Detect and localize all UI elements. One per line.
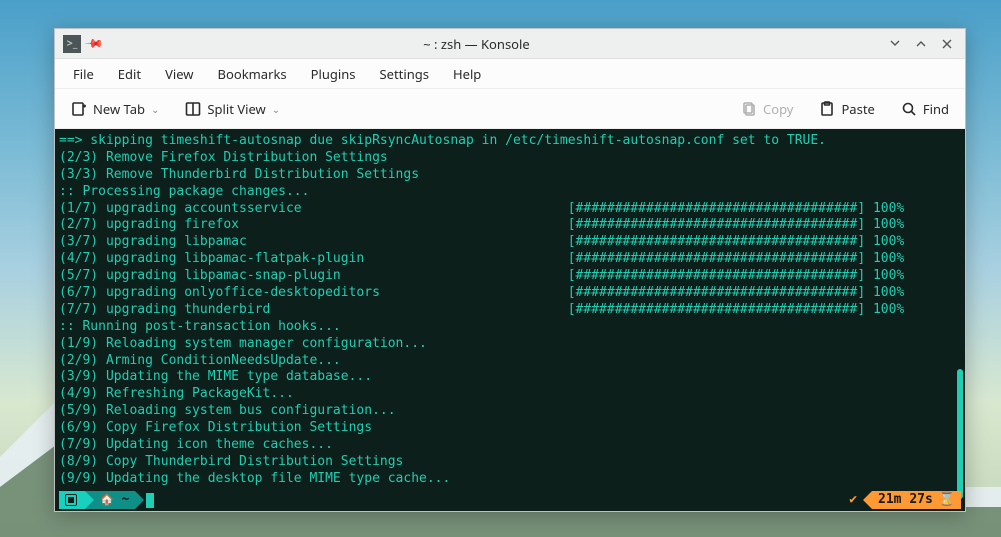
new-tab-label: New Tab xyxy=(93,100,145,118)
paste-button[interactable]: Paste xyxy=(813,96,880,122)
konsole-window: >_ 📌 ~ : zsh — Konsole File Edit View Bo… xyxy=(54,28,966,512)
new-tab-button[interactable]: New Tab ⌄ xyxy=(65,96,165,122)
scrollbar[interactable] xyxy=(957,369,963,499)
terminal-line: (7/9) Updating icon theme caches... xyxy=(59,437,961,454)
close-button[interactable] xyxy=(937,34,957,54)
split-view-button[interactable]: Split View ⌄ xyxy=(179,96,286,122)
terminal[interactable]: ==> skipping timeshift-autosnap due skip… xyxy=(55,129,965,511)
terminal-line: (3/3) Remove Thunderbird Distribution Se… xyxy=(59,167,961,184)
find-button[interactable]: Find xyxy=(895,96,955,122)
search-icon xyxy=(901,101,917,117)
terminal-line: (2/3) Remove Firefox Distribution Settin… xyxy=(59,150,961,167)
terminal-line: (2/7) upgrading firefox [###############… xyxy=(59,217,961,234)
terminal-line: ==> skipping timeshift-autosnap due skip… xyxy=(59,133,961,150)
toolbar: New Tab ⌄ Split View ⌄ Copy Paste Find xyxy=(55,89,965,129)
paste-icon xyxy=(819,101,835,117)
minimize-button[interactable] xyxy=(885,34,905,54)
menu-file[interactable]: File xyxy=(63,61,104,87)
cursor xyxy=(146,493,154,508)
terminal-line: (7/7) upgrading thunderbird [###########… xyxy=(59,302,961,319)
menu-settings[interactable]: Settings xyxy=(370,61,439,87)
elapsed-segment: 21m 27s ⌛ xyxy=(872,491,961,509)
paste-label: Paste xyxy=(841,100,874,118)
chevron-down-icon: ⌄ xyxy=(151,102,159,116)
menu-bookmarks[interactable]: Bookmarks xyxy=(208,61,297,87)
terminal-line: (9/9) Updating the desktop file MIME typ… xyxy=(59,471,961,488)
find-label: Find xyxy=(923,100,949,118)
elapsed-time: 21m 27s xyxy=(878,492,933,509)
terminal-line: (1/7) upgrading accountsservice [#######… xyxy=(59,201,961,218)
prompt: 🏠 ~ ✔ 21m 27s ⌛ xyxy=(59,491,961,509)
copy-label: Copy xyxy=(763,100,793,118)
terminal-line: (5/7) upgrading libpamac-snap-plugin [##… xyxy=(59,268,961,285)
menu-view[interactable]: View xyxy=(155,61,203,87)
split-view-label: Split View xyxy=(207,100,265,118)
prompt-path: ~ xyxy=(122,492,130,509)
terminal-line: :: Processing package changes... xyxy=(59,184,961,201)
check-icon: ✔ xyxy=(849,492,857,509)
copy-button: Copy xyxy=(735,96,799,122)
terminal-line: (6/9) Copy Firefox Distribution Settings xyxy=(59,420,961,437)
menu-help[interactable]: Help xyxy=(443,61,491,87)
terminal-line: (3/9) Updating the MIME type database... xyxy=(59,369,961,386)
terminal-line: (2/9) Arming ConditionNeedsUpdate... xyxy=(59,353,961,370)
maximize-button[interactable] xyxy=(911,34,931,54)
terminal-line: (4/9) Refreshing PackageKit... xyxy=(59,386,961,403)
menu-edit[interactable]: Edit xyxy=(108,61,151,87)
home-icon: 🏠 xyxy=(100,493,114,507)
terminal-line: (3/7) upgrading libpamac [##############… xyxy=(59,234,961,251)
terminal-line: (5/9) Reloading system bus configuration… xyxy=(59,403,961,420)
chevron-down-icon: ⌄ xyxy=(272,102,280,116)
menu-plugins[interactable]: Plugins xyxy=(301,61,366,87)
prompt-path-segment: 🏠 ~ xyxy=(94,491,135,509)
copy-icon xyxy=(741,101,757,117)
hourglass-icon: ⌛ xyxy=(939,492,955,509)
terminal-line: (6/7) upgrading onlyoffice-desktopeditor… xyxy=(59,285,961,302)
split-view-icon xyxy=(185,101,201,117)
terminal-line: :: Running post-transaction hooks... xyxy=(59,319,961,336)
window-title: ~ : zsh — Konsole xyxy=(68,35,885,53)
titlebar: >_ 📌 ~ : zsh — Konsole xyxy=(55,29,965,59)
terminal-line: (4/7) upgrading libpamac-flatpak-plugin … xyxy=(59,251,961,268)
manjaro-icon xyxy=(65,494,77,506)
menubar: File Edit View Bookmarks Plugins Setting… xyxy=(55,59,965,89)
terminal-line: (8/9) Copy Thunderbird Distribution Sett… xyxy=(59,454,961,471)
prompt-distro-segment xyxy=(59,491,85,509)
terminal-line: (1/9) Reloading system manager configura… xyxy=(59,336,961,353)
new-tab-icon xyxy=(71,101,87,117)
